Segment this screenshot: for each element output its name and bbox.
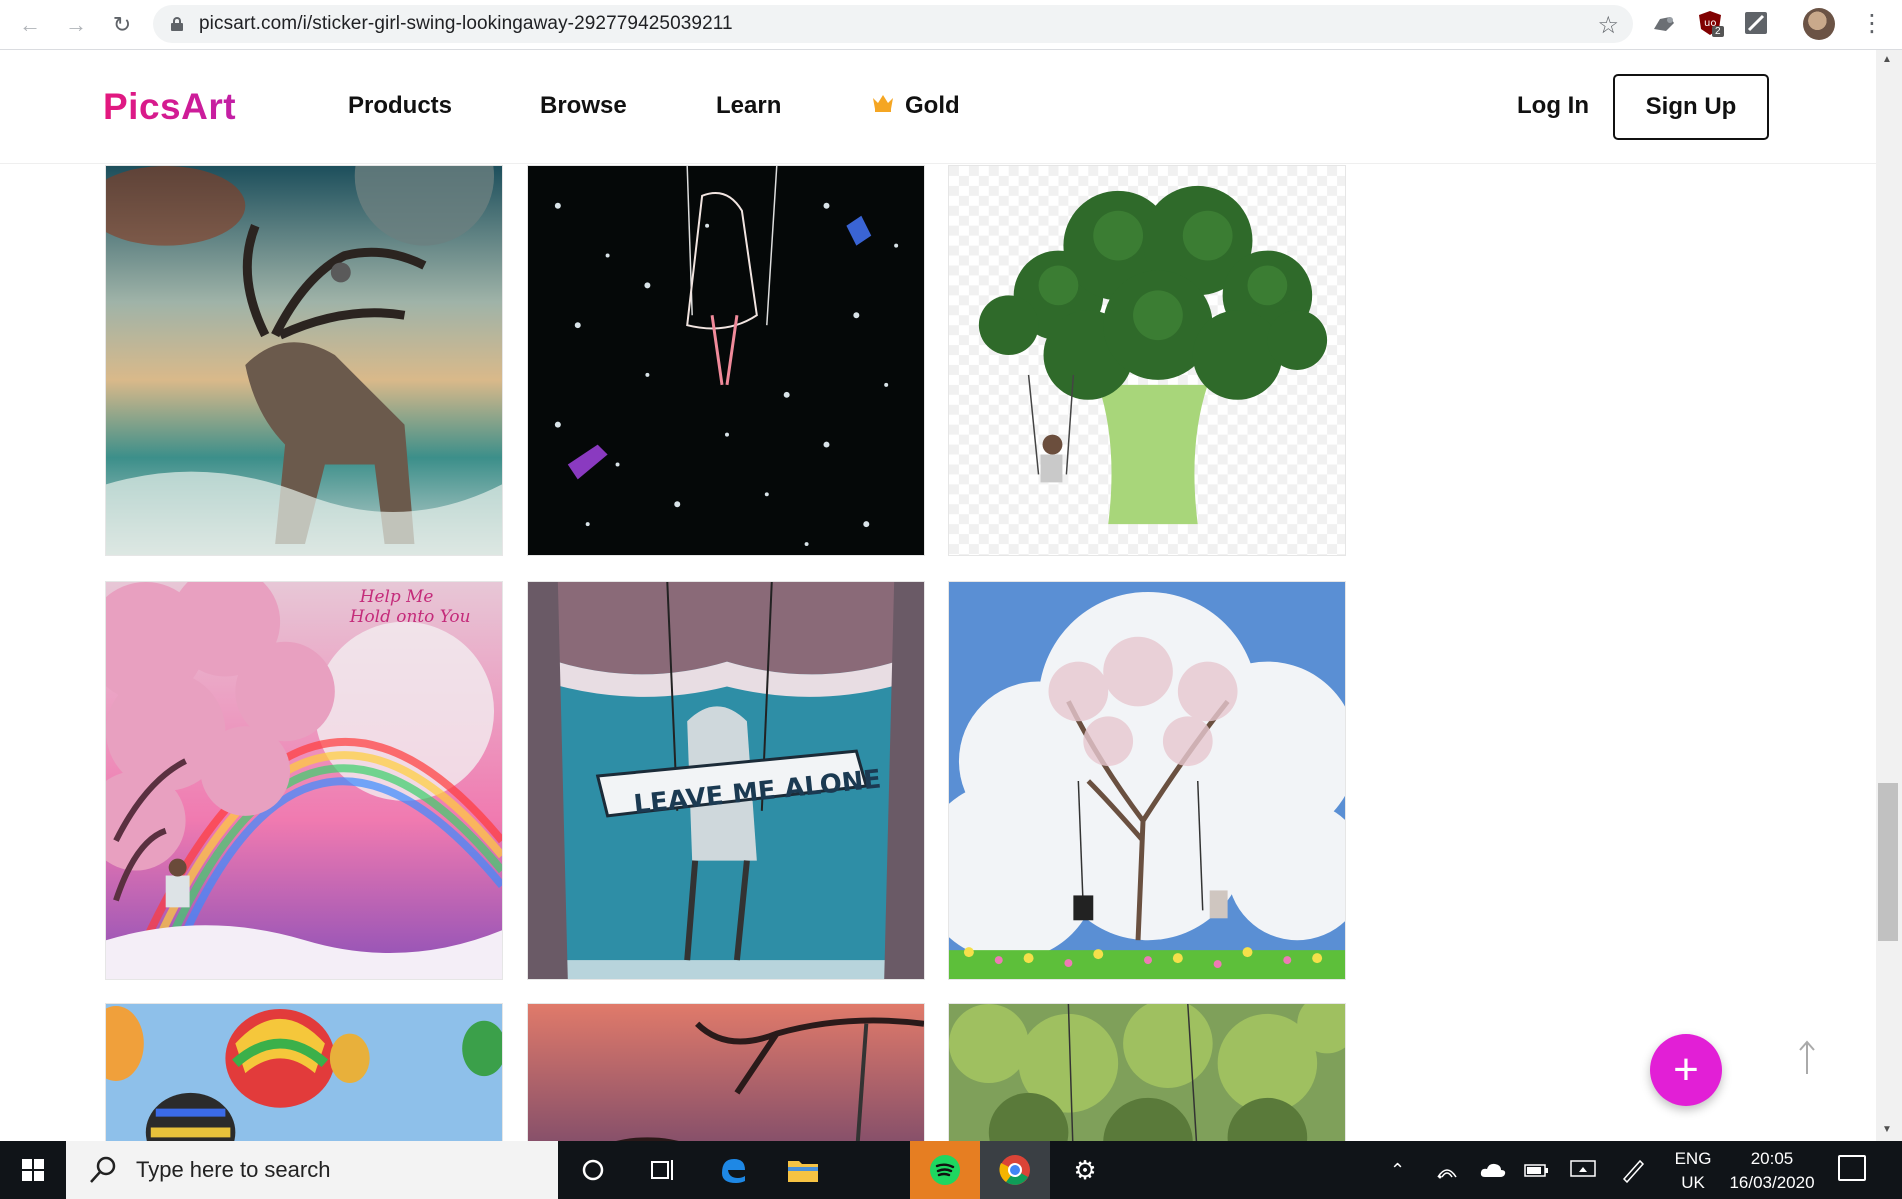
taskbar-search-box[interactable]: Type here to search (66, 1141, 558, 1199)
tile-leave-me-alone-swing[interactable]: LEAVE ME ALONE (527, 581, 925, 980)
language-indicator[interactable]: ENG UK (1668, 1147, 1718, 1195)
svg-text:Hold onto You: Hold onto You (349, 606, 471, 626)
tools-extension-icon[interactable] (1742, 9, 1770, 37)
language-code: ENG (1674, 1149, 1712, 1168)
wifi-icon[interactable] (1436, 1141, 1458, 1199)
spotify-icon[interactable] (910, 1141, 980, 1199)
tile-cherry-blossom-rainbow[interactable]: Help Me Hold onto You (105, 581, 503, 980)
create-button[interactable]: + (1650, 1034, 1722, 1106)
chrome-menu-icon[interactable]: ⋮ (1860, 10, 1884, 38)
address-bar[interactable]: picsart.com/i/sticker-girl-swing-looking… (153, 5, 1633, 43)
clock-date: 16/03/2020 (1729, 1173, 1815, 1192)
nav-learn[interactable]: Learn (716, 92, 781, 120)
page-scrollbar[interactable] (1876, 50, 1902, 1141)
onedrive-icon[interactable] (1480, 1141, 1506, 1199)
url-text: picsart.com/i/sticker-girl-swing-looking… (199, 13, 733, 34)
clock-time: 20:05 (1750, 1149, 1794, 1168)
windows-taskbar: Type here to search ⚙ ⌃ ENG UK 20:05 16/… (0, 1141, 1902, 1199)
scroll-down-icon[interactable]: ▼ (1882, 1124, 1892, 1135)
browser-toolbar: ← → ↻ picsart.com/i/sticker-girl-swing-l… (0, 0, 1902, 50)
signup-button[interactable]: Sign Up (1613, 74, 1769, 140)
ublock-icon[interactable]: uo 2 (1696, 9, 1724, 37)
chrome-taskbar-icon[interactable] (980, 1141, 1050, 1199)
notifications-icon[interactable] (1838, 1155, 1866, 1181)
tray-chevron-icon[interactable]: ⌃ (1390, 1141, 1405, 1199)
file-explorer-icon[interactable] (768, 1141, 838, 1199)
back-icon[interactable]: ← (12, 7, 48, 43)
tile-sunset-branch-swing[interactable] (527, 1003, 925, 1141)
region-code: UK (1681, 1173, 1705, 1192)
tile-hot-air-balloons[interactable] (105, 1003, 503, 1141)
tile-forest-swing[interactable] (948, 1003, 1346, 1141)
search-placeholder: Type here to search (136, 1157, 331, 1182)
scrollbar-thumb[interactable] (1878, 783, 1898, 941)
tile-deer-owl-planet-art[interactable] (105, 165, 503, 556)
cortana-icon[interactable] (558, 1141, 628, 1199)
scroll-to-top-icon[interactable] (1797, 1040, 1817, 1076)
task-view-icon[interactable] (628, 1141, 698, 1199)
profile-avatar[interactable] (1803, 8, 1835, 40)
settings-gear-icon[interactable]: ⚙ (1050, 1141, 1120, 1199)
extension-badge: 2 (1712, 26, 1724, 37)
image-grid: Help Me Hold onto You LEAVE ME ALONE (0, 165, 1876, 1141)
login-link[interactable]: Log In (1517, 92, 1589, 120)
scroll-up-icon[interactable]: ▲ (1882, 54, 1892, 65)
nav-browse[interactable]: Browse (540, 92, 627, 120)
extension-icon[interactable] (1650, 9, 1678, 37)
reload-icon[interactable]: ↻ (104, 7, 140, 43)
search-icon (90, 1156, 116, 1183)
crown-icon (873, 95, 893, 112)
nav-gold[interactable]: Gold (905, 92, 960, 120)
picsart-logo[interactable]: PicsArt (103, 86, 236, 128)
edge-icon[interactable] (698, 1141, 768, 1199)
lock-icon (171, 17, 183, 31)
tile-blossom-tree-couple-swings[interactable] (948, 581, 1346, 980)
site-header: PicsArt Products Browse Learn Gold Log I… (0, 50, 1876, 164)
forward-icon[interactable]: → (58, 7, 94, 43)
pen-icon[interactable] (1620, 1141, 1646, 1199)
tile-broccoli-tree-swing[interactable] (948, 165, 1346, 556)
windows-start-icon[interactable] (0, 1141, 66, 1199)
tile-caption: Help Me (359, 586, 434, 606)
taskbar-clock[interactable]: 20:05 16/03/2020 (1718, 1147, 1826, 1195)
battery-icon[interactable] (1524, 1141, 1550, 1199)
tile-neon-girl-swing-night[interactable] (527, 165, 925, 556)
bookmark-star-icon[interactable]: ☆ (1597, 11, 1619, 40)
display-icon[interactable] (1570, 1141, 1596, 1199)
nav-products[interactable]: Products (348, 92, 452, 120)
